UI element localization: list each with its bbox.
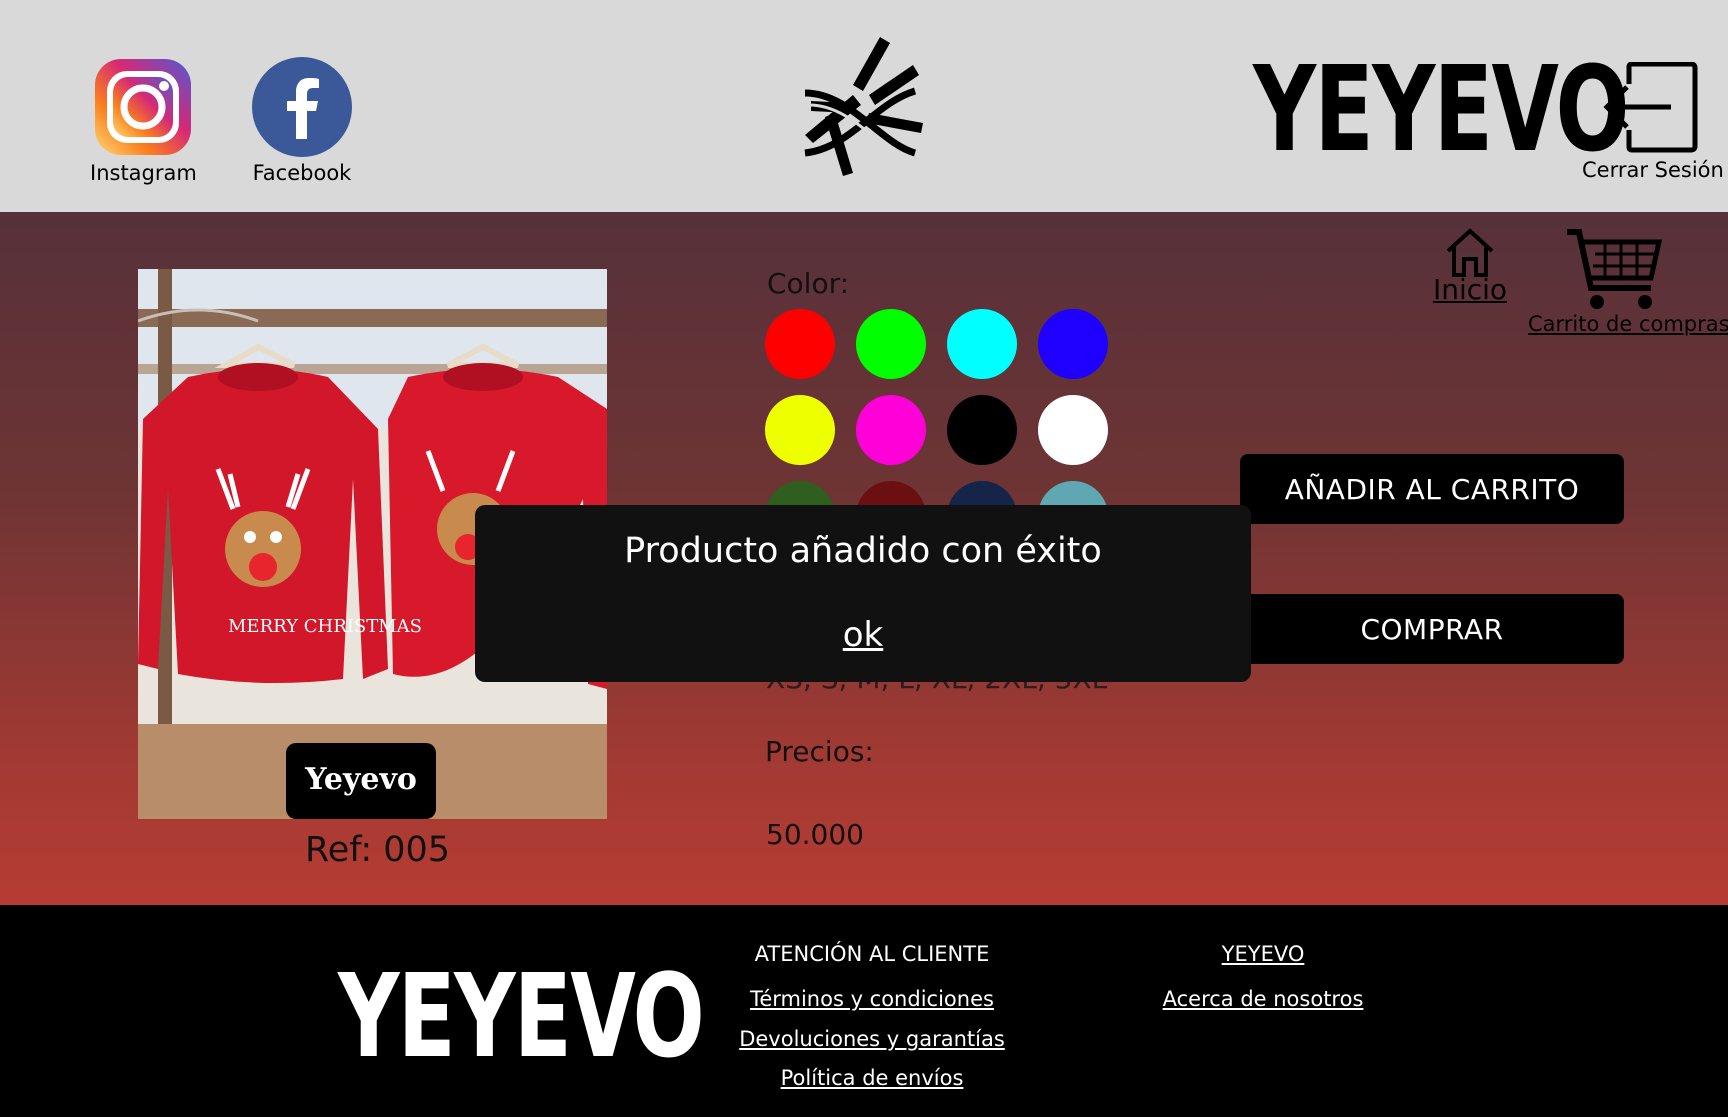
company-heading-link[interactable]: YEYEVO	[1222, 942, 1305, 966]
color-swatch[interactable]	[1038, 309, 1108, 379]
header: Instagram Facebook YEYEVO Cerrar Sesión	[0, 0, 1728, 212]
logout-label: Cerrar Sesión	[1582, 158, 1724, 182]
dialog-message: Producto añadido con éxito	[624, 531, 1102, 571]
returns-link[interactable]: Devoluciones y garantías	[739, 1027, 1005, 1051]
customer-service-heading: ATENCIÓN AL CLIENTE	[754, 942, 990, 966]
home-label: Inicio	[1432, 273, 1508, 306]
brand-symbol-icon	[795, 33, 930, 182]
success-dialog: Producto añadido con éxito ok	[475, 505, 1251, 682]
brand-logo[interactable]: YEYEVO	[1253, 40, 1629, 178]
logout-icon	[1578, 61, 1724, 158]
image-badge: Yeyevo	[304, 762, 417, 797]
home-link[interactable]: Inicio	[1430, 225, 1510, 306]
color-swatch[interactable]	[856, 395, 926, 465]
cart-icon	[1565, 228, 1725, 312]
cart-label: Carrito de compras	[1528, 312, 1728, 336]
about-us-link[interactable]: Acerca de nosotros	[1163, 987, 1364, 1011]
footer: YEYEVO ATENCIÓN AL CLIENTE Términos y co…	[0, 905, 1728, 1117]
color-swatch[interactable]	[947, 395, 1017, 465]
buy-button[interactable]: COMPRAR	[1240, 594, 1624, 664]
instagram-icon	[93, 57, 193, 157]
dialog-ok-button[interactable]: ok	[475, 615, 1251, 655]
logout-button[interactable]: Cerrar Sesión	[1578, 61, 1724, 182]
color-label: Color:	[767, 267, 850, 300]
color-swatch[interactable]	[765, 395, 835, 465]
instagram-link[interactable]: Instagram	[90, 57, 197, 185]
home-icon	[1430, 225, 1510, 279]
prices-label: Precios:	[765, 735, 874, 768]
product-ref: Ref: 005	[305, 830, 451, 870]
price-value: 50.000	[766, 818, 864, 851]
color-swatch[interactable]	[947, 309, 1017, 379]
shirt-print-text: MERRY CHRISTMAS	[228, 616, 422, 637]
facebook-label: Facebook	[252, 161, 352, 185]
color-swatch[interactable]	[765, 309, 835, 379]
facebook-icon	[252, 57, 352, 157]
color-swatch[interactable]	[856, 309, 926, 379]
terms-link[interactable]: Términos y condiciones	[750, 987, 994, 1011]
footer-brand-logo: YEYEVO	[338, 950, 705, 1084]
color-swatch[interactable]	[1038, 395, 1108, 465]
instagram-label: Instagram	[90, 161, 197, 185]
cart-link[interactable]: Carrito de compras	[1525, 228, 1728, 336]
shipping-policy-link[interactable]: Política de envíos	[781, 1066, 964, 1090]
facebook-link[interactable]: Facebook	[252, 57, 352, 185]
add-to-cart-button[interactable]: AÑADIR AL CARRITO	[1240, 454, 1624, 524]
